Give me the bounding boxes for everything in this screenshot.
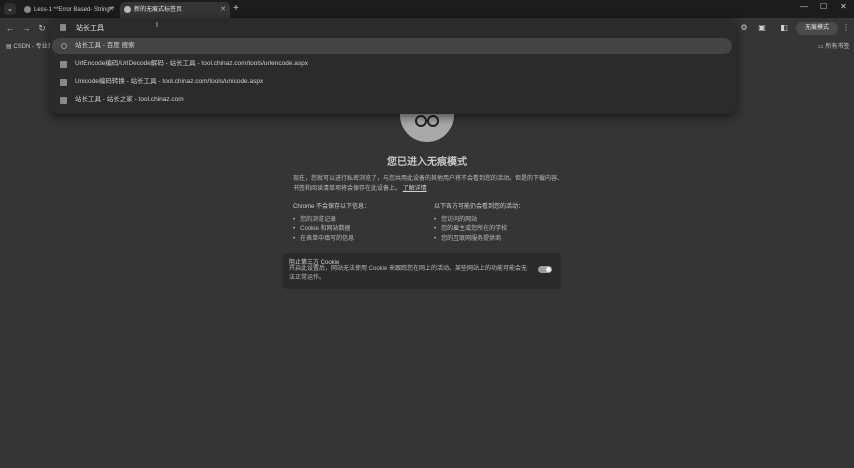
visible-list: 您访问的网站 您的雇主或您所在的学校 您的互联网服务提供商	[434, 216, 569, 245]
suggestion-row[interactable]: 站长工具 - 站长之家 - tool.chinaz.com	[52, 92, 732, 108]
text-cursor-icon: I	[156, 22, 158, 29]
incognito-profile-button[interactable]: 无痕模式	[796, 22, 838, 35]
description-text: 现在，您就可以进行私密浏览了，与您共用此设备的其他用户将不会看到您的活动。但是的…	[293, 176, 564, 192]
cookie-description: 开启此设置后，网站无法使用 Cookie 来跟踪您在网上的活动。某些网站上的功能…	[289, 266, 528, 281]
suggestion-row[interactable]: Unicode编码转换 - 站长工具 - tool.chinaz.com/too…	[52, 74, 732, 90]
tab-close-icon[interactable]: ✕	[220, 2, 226, 18]
incognito-description: 现在，您就可以进行私密浏览了，与您共用此设备的其他用户将不会看到您的活动。但是的…	[293, 174, 563, 194]
all-bookmarks-button[interactable]: ▭ 所有书签	[818, 41, 849, 50]
suggestion-row[interactable]: UrlEncode编码/UrlDecode解码 - 站长工具 - tool.ch…	[52, 56, 732, 72]
omnibox-page-icon	[60, 24, 66, 31]
page-title: 您已进入无痕模式	[387, 157, 467, 168]
forward-button[interactable]: →	[20, 22, 32, 34]
maximize-button[interactable]: ☐	[820, 2, 827, 11]
list-item: 在表单中填写的信息	[293, 235, 428, 245]
list-item: 您的互联网服务提供商	[434, 235, 569, 245]
menu-kebab-icon[interactable]: ⋮	[840, 22, 852, 34]
bookmark-folder-icon: ▤	[6, 44, 12, 50]
all-bookmarks-label: 所有书签	[825, 44, 850, 50]
list-item: 您的浏览记录	[293, 216, 428, 226]
suggestion-text: 站长工具 - 站长之家 - tool.chinaz.com	[75, 96, 184, 103]
tab-less-1[interactable]: Less-1 **Error Based- String** ✕	[20, 2, 118, 18]
page-icon	[60, 61, 67, 68]
list-item: 您访问的网站	[434, 216, 569, 226]
suggestion-row[interactable]: 站长工具 - 百度 搜索	[52, 38, 732, 54]
tab-title: 新的无痕式标签页	[134, 7, 183, 13]
back-button[interactable]: ←	[4, 22, 16, 34]
page-icon	[60, 97, 67, 104]
new-tab-button[interactable]: +	[233, 3, 239, 15]
tab-incognito[interactable]: 新的无痕式标签页 ✕	[120, 2, 230, 18]
extensions-gear-icon[interactable]: ⚙	[738, 22, 750, 34]
list-item: Cookie 和网站数据	[293, 225, 428, 235]
close-window-button[interactable]: ✕	[840, 2, 847, 11]
visible-heading: 以下各方可能仍会看到您的活动：	[434, 204, 525, 210]
extension-puzzle-icon[interactable]: ▣	[756, 22, 768, 34]
tab-favicon-icon	[24, 6, 31, 13]
tab-title: Less-1 **Error Based- String**	[34, 7, 115, 13]
block-cookies-toggle[interactable]	[538, 266, 552, 273]
suggestion-text: Unicode编码转换 - 站长工具 - tool.chinaz.com/too…	[75, 78, 264, 85]
suggestion-text: 站长工具 - 百度 搜索	[75, 42, 135, 49]
folder-icon: ▭	[818, 44, 824, 50]
toggle-knob	[546, 267, 551, 272]
suggestion-text: UrlEncode编码/UrlDecode解码 - 站长工具 - tool.ch…	[75, 60, 309, 67]
reload-button[interactable]: ↻	[36, 22, 48, 34]
not-saved-list: 您的浏览记录 Cookie 和网站数据 在表单中填写的信息	[293, 216, 428, 245]
cookie-card: 阻止第三方 Cookie 开启此设置后，网站无法使用 Cookie 来跟踪您在网…	[283, 253, 561, 289]
search-icon	[61, 43, 67, 49]
learn-more-link[interactable]: 了解详情	[403, 186, 427, 192]
omnibox-dropdown: 站长工具 I 站长工具 - 百度 搜索 UrlEncode编码/UrlDecod…	[50, 18, 736, 114]
not-saved-section: Chrome 不会保存以下信息： 您的浏览记录 Cookie 和网站数据 在表单…	[293, 203, 428, 244]
tab-search-icon[interactable]: ⌄	[4, 3, 16, 15]
side-panel-icon[interactable]: ◧	[778, 22, 790, 34]
incognito-favicon-icon	[124, 6, 131, 13]
address-input[interactable]: 站长工具	[76, 23, 104, 33]
visible-to-section: 以下各方可能仍会看到您的活动： 您访问的网站 您的雇主或您所在的学校 您的互联网…	[434, 203, 569, 244]
list-item: 您的雇主或您所在的学校	[434, 225, 569, 235]
incognito-label: 无痕模式	[804, 25, 829, 31]
minimize-button[interactable]: —	[800, 2, 808, 11]
tab-strip: ⌄ Less-1 **Error Based- String** ✕ 新的无痕式…	[0, 0, 854, 18]
not-saved-heading: Chrome 不会保存以下信息：	[293, 204, 371, 210]
tab-close-icon[interactable]: ✕	[108, 2, 114, 18]
page-icon	[60, 79, 67, 86]
